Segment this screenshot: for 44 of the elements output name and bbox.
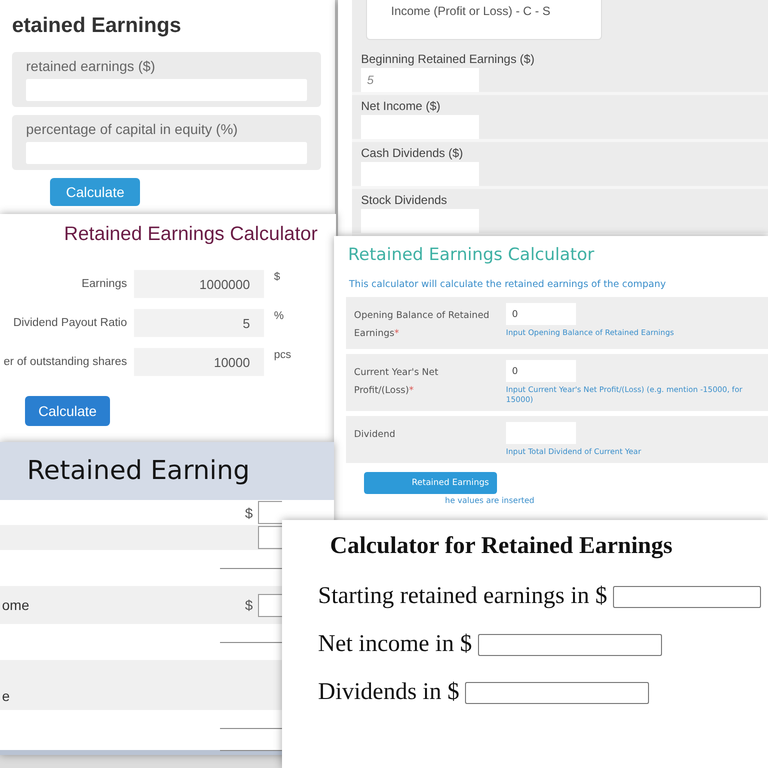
field-label: Beginning Retained Earnings ($) bbox=[361, 52, 534, 66]
input-field[interactable]: 5 bbox=[361, 68, 479, 92]
field-label: Current Year's Net Profit/(Loss)* bbox=[354, 367, 438, 396]
field-label: Cash Dividends ($) bbox=[361, 146, 464, 160]
field-label: Dividends in $ bbox=[318, 678, 460, 706]
field-label: Net income in $ bbox=[318, 630, 472, 658]
field-label: Earnings bbox=[82, 277, 127, 291]
card-title: Retained Earning bbox=[27, 456, 250, 486]
card-title: Retained Earnings Calculator bbox=[64, 222, 318, 246]
field-label: Stock Dividends bbox=[361, 193, 448, 207]
card-title: etained Earnings bbox=[12, 13, 182, 39]
field-label: Dividend Payout Ratio bbox=[13, 316, 127, 330]
field-label: Starting retained earnings in $ bbox=[318, 582, 608, 610]
input-field[interactable] bbox=[613, 586, 762, 608]
field-label: Dividend bbox=[354, 429, 396, 440]
input-field[interactable]: 1000000 bbox=[134, 270, 264, 298]
input-field[interactable] bbox=[258, 501, 282, 524]
field-label: Opening Balance of Retained Earnings* bbox=[354, 310, 490, 339]
field-label: percentage of capital in equity (%) bbox=[26, 121, 238, 138]
input-field[interactable]: 0 bbox=[506, 303, 576, 325]
input-field[interactable] bbox=[465, 682, 650, 704]
field-label: er of outstanding shares bbox=[4, 355, 127, 369]
unit-label: $ bbox=[245, 597, 254, 613]
input-field[interactable] bbox=[361, 209, 479, 233]
field-label: e bbox=[2, 688, 10, 704]
input-field[interactable]: 0 bbox=[506, 360, 576, 382]
input-field[interactable] bbox=[258, 526, 282, 549]
input-field[interactable]: 10000 bbox=[134, 348, 264, 376]
input-field[interactable] bbox=[478, 634, 662, 656]
formula-field: Income (Profit or Loss) - C - S bbox=[366, 0, 602, 40]
calculate-button[interactable]: Calculate bbox=[25, 396, 110, 426]
field-label: Net Income ($) bbox=[361, 99, 440, 113]
card-title: Retained Earnings Calculator bbox=[348, 244, 594, 266]
unit-label: $ bbox=[274, 270, 280, 284]
unit-label: % bbox=[274, 309, 284, 323]
note-text: he values are inserted bbox=[445, 496, 534, 506]
card-title: Calculator for Retained Earnings bbox=[330, 532, 672, 560]
field-label: ome bbox=[2, 597, 30, 613]
input-field[interactable] bbox=[258, 594, 282, 616]
description-text: This calculator will calculate the retained earnings of the company bbox=[349, 278, 666, 291]
input-field[interactable]: 5 bbox=[134, 309, 264, 337]
unit-label: pcs bbox=[274, 348, 292, 362]
unit-label: $ bbox=[245, 504, 254, 520]
field-label: retained earnings ($) bbox=[26, 58, 156, 75]
